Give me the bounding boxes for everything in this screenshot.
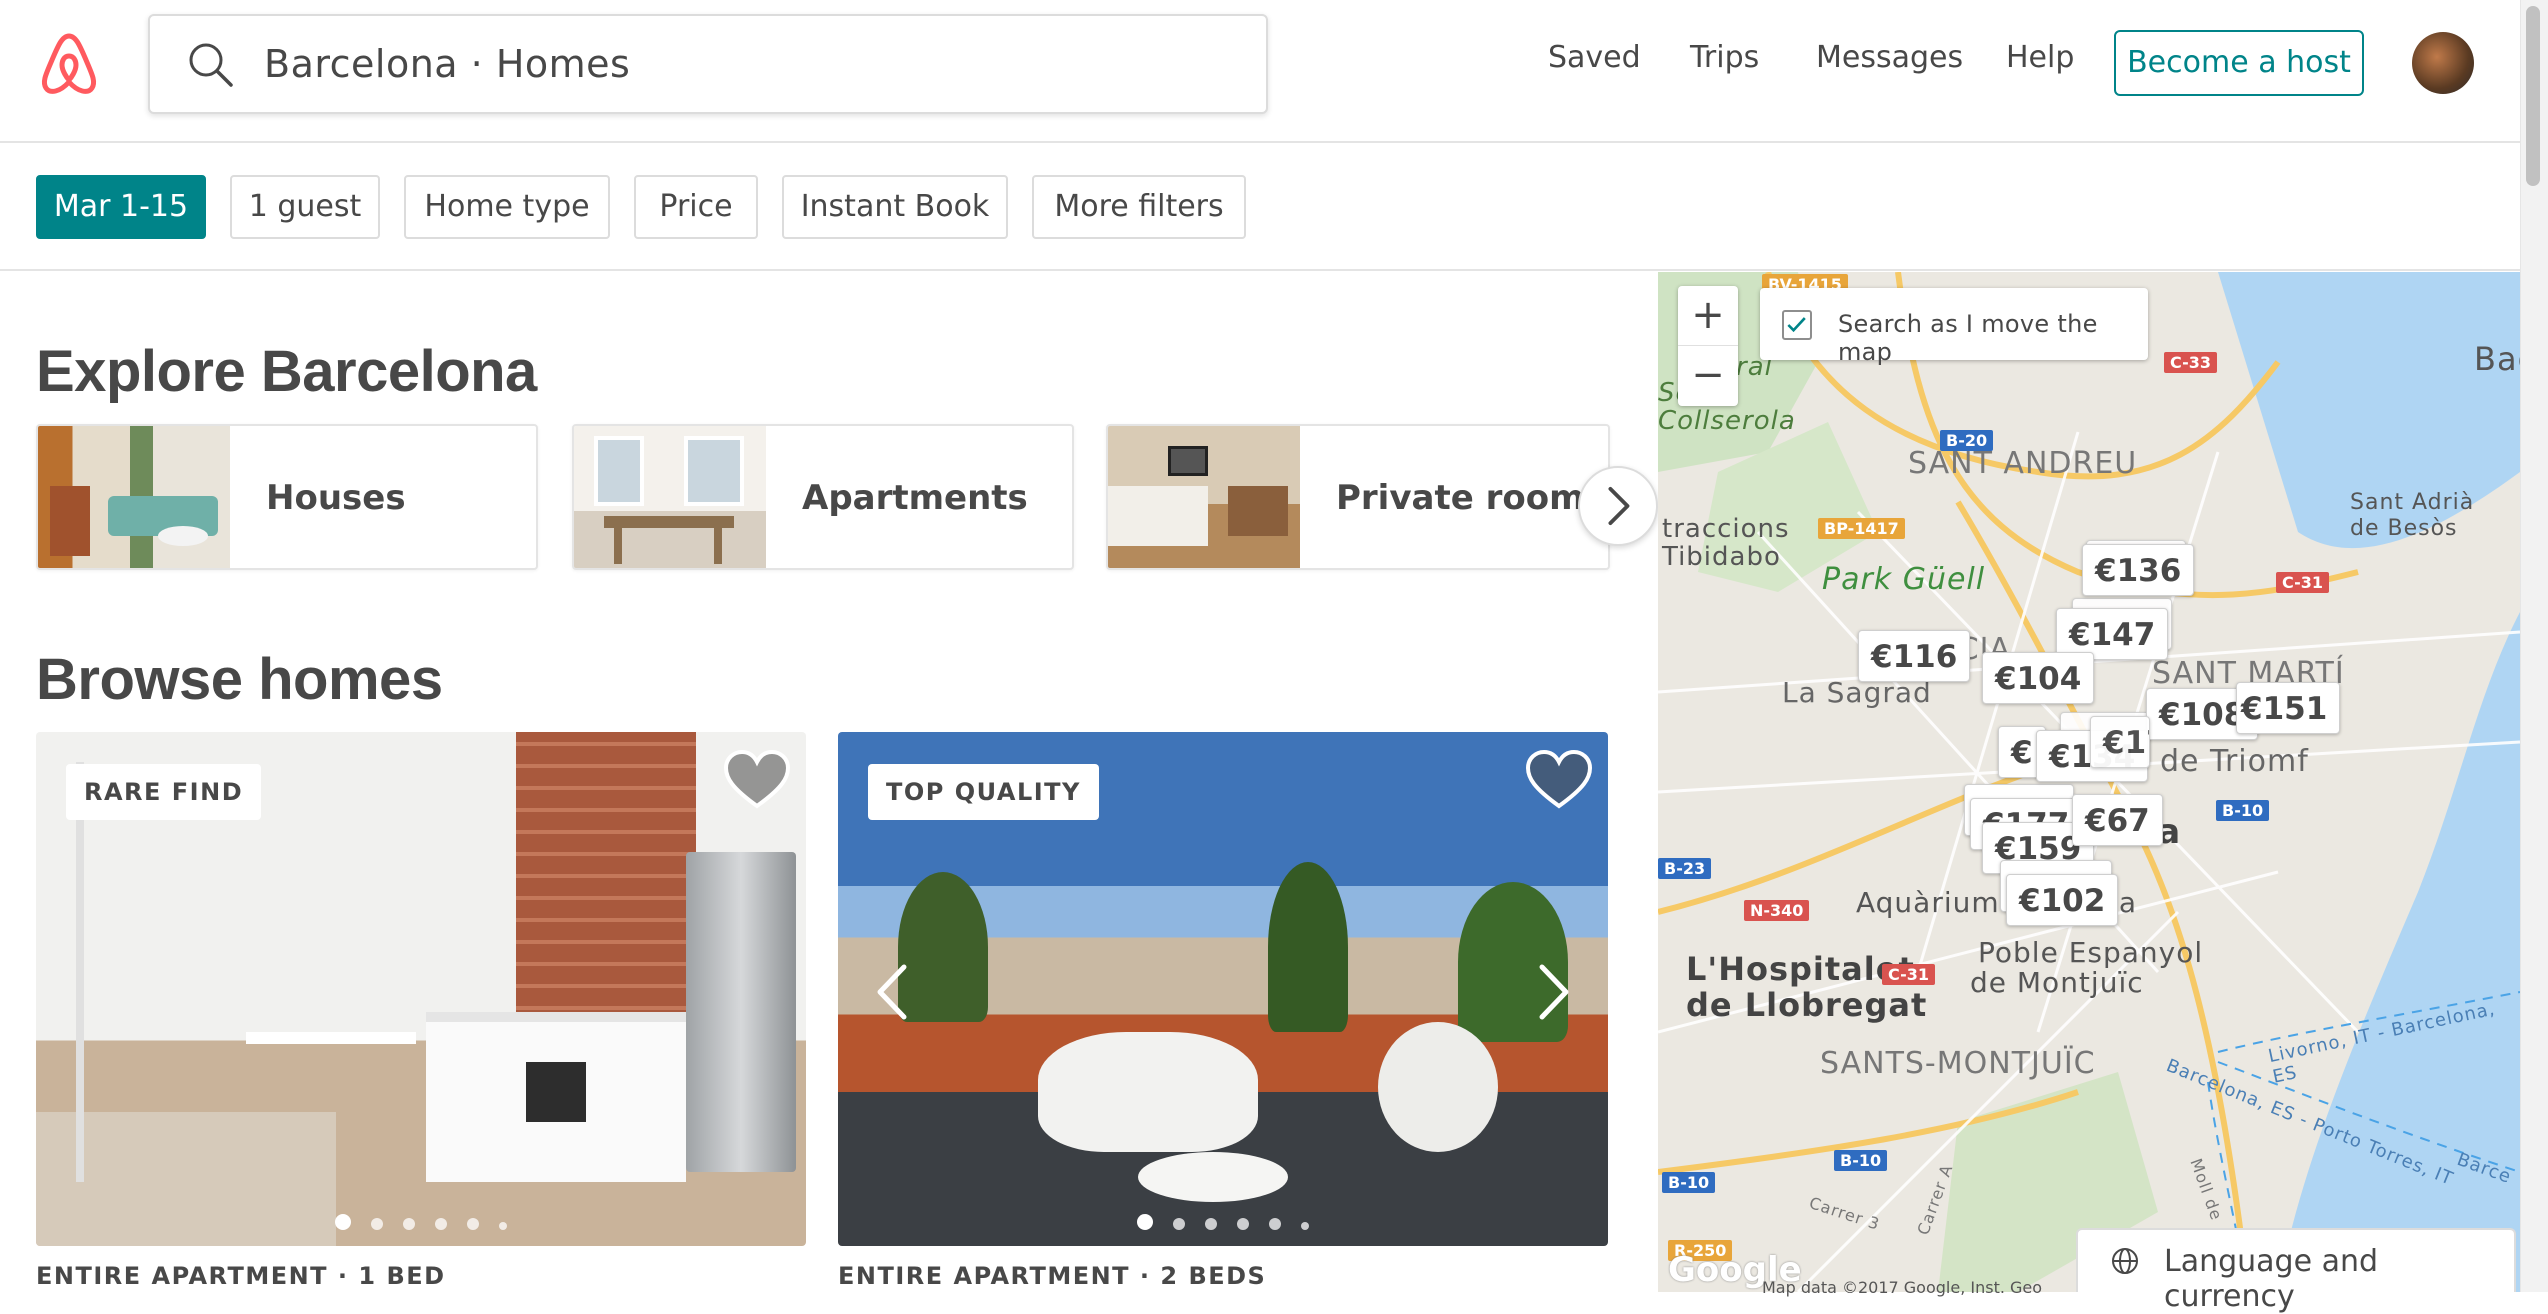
filter-home-type[interactable]: Home type [404,175,610,239]
road-badge: B-10 [1662,1172,1716,1193]
price-marker[interactable]: €116 [1858,630,1971,682]
checkbox[interactable] [1782,310,1812,340]
page-scrollbar[interactable] [2520,0,2548,1292]
explore-title: Explore Barcelona [36,339,537,404]
map-label-atraccions: traccions [1662,514,1790,544]
listing-2-caption[interactable]: ENTIRE APARTMENT · 2 BEDS [838,1262,1266,1290]
road-badge: C-31 [1882,964,1936,985]
map-zoom-controls: + − [1678,286,1738,406]
price-marker[interactable]: €177 [2090,716,2150,768]
price-marker[interactable]: €67 [2072,794,2163,846]
price-marker[interactable]: €136 [2082,544,2195,596]
nav-trips[interactable]: Trips [1690,40,1759,75]
browse-title: Browse homes [36,647,443,712]
search-input-value[interactable]: Barcelona · Homes [264,42,630,86]
map-label-montjuic: de Montjuïc [1970,966,2144,999]
top-quality-badge: TOP QUALITY [868,764,1099,820]
heart-icon[interactable] [1524,748,1594,812]
card-label-houses: Houses [266,478,406,518]
search-as-move-label: Search as I move the map [1838,310,2098,366]
zoom-out-button[interactable]: − [1678,346,1738,406]
map-label-park-guell: Park Güell [1822,562,1986,597]
map-label-poble-espanyol: Poble Espanyol [1978,936,2204,969]
checkmark-icon [1787,317,1806,333]
map-label-llobregat: de Llobregat [1686,986,1928,1024]
map-label-sants-montjuic: SANTS-MONTJUÏC [1820,1046,2096,1081]
carousel-next-button[interactable] [1578,466,1658,546]
globe-icon [2112,1248,2138,1274]
become-host-button[interactable]: Become a host [2114,30,2364,96]
explore-card-houses[interactable]: Houses [36,424,538,570]
houses-thumbnail [38,426,230,568]
private-rooms-thumbnail [1108,426,1300,568]
listing-card-2[interactable]: TOP QUALITY [838,732,1608,1246]
explore-card-apartments[interactable]: Apartments [572,424,1074,570]
filter-guests[interactable]: 1 guest [230,175,380,239]
zoom-in-button[interactable]: + [1678,286,1738,346]
photo-pagination-dots[interactable] [838,1214,1608,1234]
chevron-left-icon[interactable] [868,957,918,1027]
search-icon [189,43,233,87]
road-badge: C-31 [2276,572,2330,593]
language-currency-label: Language and currency [2164,1244,2379,1314]
road-badge: B-10 [1834,1150,1888,1171]
map-label-arc-de-triomf: de Triomf [2160,744,2309,779]
map-label-badalona: Bada [2474,340,2520,378]
filter-dates[interactable]: Mar 1-15 [36,175,206,239]
explore-card-private-rooms[interactable]: Private rooms [1106,424,1610,570]
road-badge: B-20 [1940,430,1994,451]
listing-1-caption[interactable]: ENTIRE APARTMENT · 1 BED [36,1262,446,1290]
search-bar[interactable]: Barcelona · Homes [148,14,1268,114]
road-badge: N-340 [1744,900,1810,921]
price-marker[interactable]: €104 [1982,652,2095,704]
nav-messages[interactable]: Messages [1816,40,1963,75]
apartments-thumbnail [574,426,766,568]
filter-more[interactable]: More filters [1032,175,1246,239]
chevron-right-icon[interactable] [1528,957,1578,1027]
nav-help[interactable]: Help [2006,40,2074,75]
search-map[interactable]: SANT ANDREU Park Güell La Sagrad SANT MA… [1658,272,2520,1292]
scrollbar-thumb[interactable] [2526,6,2540,186]
language-currency-button[interactable]: Language and currency [2076,1228,2516,1314]
search-as-move-toggle[interactable]: Search as I move the map [1760,288,2148,366]
road-badge: B-10 [2216,800,2270,821]
filter-price[interactable]: Price [634,175,758,239]
price-marker[interactable]: €102 [2006,874,2119,926]
airbnb-logo-icon[interactable] [36,28,102,98]
map-label-sant-adria: Sant Adrià [2350,490,2475,515]
filter-instant-book[interactable]: Instant Book [782,175,1008,239]
map-label-hospitalet: L'Hospitalet [1686,950,1915,988]
rare-find-badge: RARE FIND [66,764,262,820]
road-badge: C-33 [2164,352,2218,373]
road-badge: BP-1417 [1818,518,1905,539]
card-label-private-rooms: Private rooms [1336,478,1605,518]
map-label-besos: de Besòs [2350,516,2458,541]
map-label-collserola: Collserola [1658,406,1796,436]
photo-pagination-dots[interactable] [36,1214,806,1234]
map-attribution[interactable]: Map data ©2017 Google, Inst. Geo [1762,1278,2042,1297]
filter-bar: Mar 1-15 1 guest Home type Price Instant… [0,145,2520,271]
price-marker[interactable]: €151 [2236,682,2341,734]
card-label-apartments: Apartments [802,478,1028,518]
map-label-sant-andreu: SANT ANDREU [1908,446,2138,481]
chevron-right-icon [1608,487,1630,525]
listing-card-1[interactable]: RARE FIND [36,732,806,1246]
user-avatar[interactable] [2412,32,2474,94]
road-badge: B-23 [1658,858,1712,879]
map-label-tibidabo: Tibidabo [1662,542,1781,572]
top-header: Barcelona · Homes Saved Trips Messages H… [0,0,2520,143]
nav-saved[interactable]: Saved [1548,40,1641,75]
heart-icon[interactable] [722,748,792,812]
